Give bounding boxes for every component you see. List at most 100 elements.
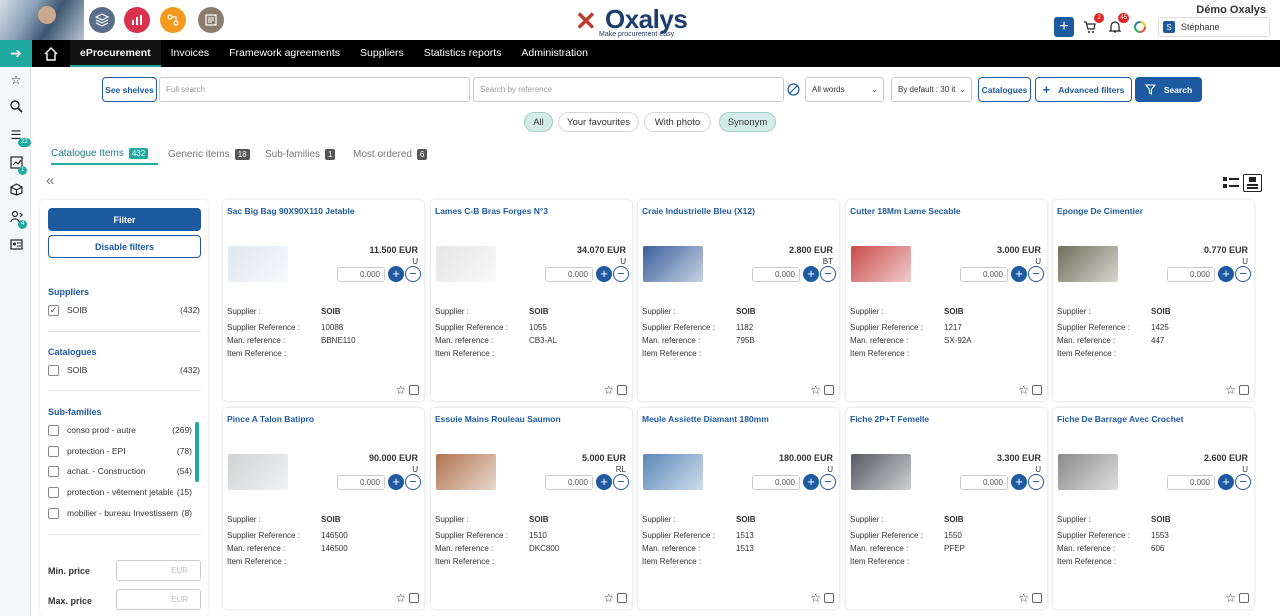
quantity-input[interactable]: 0.000	[545, 475, 593, 490]
product-title[interactable]: Craie Industrielle Bleu (X12)	[642, 206, 755, 216]
analytics-icon[interactable]	[124, 7, 150, 33]
favourite-star-icon[interactable]: ☆	[603, 591, 614, 605]
home-icon[interactable]	[32, 46, 70, 61]
increment-button[interactable]: +	[803, 266, 819, 282]
nav-eprocurement[interactable]: eProcurement	[70, 40, 161, 67]
clear-icon[interactable]	[787, 83, 800, 96]
product-card[interactable]: Fiche De Barrage Avec Crochet 2.600 EUR U 0…	[1053, 408, 1254, 609]
search-icon[interactable]	[8, 100, 24, 116]
product-title[interactable]: Eponge De Cimentier	[1057, 206, 1143, 216]
add-button[interactable]: +	[1054, 17, 1074, 37]
checkbox[interactable]	[48, 465, 59, 477]
quantity-input[interactable]: 0.000	[960, 267, 1008, 282]
collapse-icon[interactable]: «	[46, 172, 54, 189]
pill-with-photo[interactable]: With photo	[644, 112, 711, 132]
star-icon[interactable]: ☆	[8, 73, 24, 89]
pill-all[interactable]: All	[524, 112, 553, 132]
compare-checkbox[interactable]	[617, 593, 627, 603]
product-card[interactable]: Eponge De Cimentier 0.770 EUR U 0.000 + − Supp…	[1053, 200, 1254, 401]
checkbox[interactable]	[48, 507, 59, 519]
subfamily-filter[interactable]: protection - EPI (78)	[48, 444, 192, 458]
catalogue-filter-soib[interactable]: SOIB (432)	[48, 363, 200, 377]
min-price-input[interactable]: EUR	[116, 560, 201, 581]
product-title[interactable]: Essuie Mains Rouleau Saumon	[435, 414, 561, 424]
compare-checkbox[interactable]	[1032, 385, 1042, 395]
disable-filters-button[interactable]: Disable filters	[48, 235, 201, 258]
increment-button[interactable]: +	[803, 474, 819, 490]
checkbox[interactable]	[48, 364, 59, 376]
nav-administration[interactable]: Administration	[511, 40, 598, 67]
checkbox[interactable]: ✓	[48, 304, 59, 316]
product-card[interactable]: Fiche 2P+T Femelle 3.300 EUR U 0.000 + − Suppl…	[846, 408, 1047, 609]
search-button[interactable]: Search	[1135, 77, 1202, 102]
reference-search-input[interactable]: Search by reference	[473, 77, 784, 102]
decrement-button[interactable]: −	[613, 474, 629, 490]
decrement-button[interactable]: −	[1235, 474, 1251, 490]
compare-checkbox[interactable]	[1239, 385, 1249, 395]
apps-wheel-icon[interactable]	[1130, 17, 1150, 37]
checkbox[interactable]	[48, 486, 59, 498]
product-title[interactable]: Meule Assiette Diamant 180mm	[642, 414, 769, 424]
compare-checkbox[interactable]	[1239, 593, 1249, 603]
product-card[interactable]: Lames C-B Bras Forges N°3 34.070 EUR U 0.00…	[431, 200, 632, 401]
product-title[interactable]: Lames C-B Bras Forges N°3	[435, 206, 548, 216]
product-card[interactable]: Cutter 18Mm Lame Secable 3.000 EUR U 0.000 +…	[846, 200, 1047, 401]
quantity-input[interactable]: 0.000	[1167, 475, 1215, 490]
decrement-button[interactable]: −	[1235, 266, 1251, 282]
compare-checkbox[interactable]	[824, 593, 834, 603]
tab-catalogue-items[interactable]: Catalogue Items 432	[51, 145, 158, 165]
box-icon[interactable]	[8, 183, 24, 199]
product-card[interactable]: Meule Assiette Diamant 180mm 180.000 EUR U…	[638, 408, 839, 609]
quantity-input[interactable]: 0.000	[960, 475, 1008, 490]
workflow-icon[interactable]	[160, 7, 186, 33]
see-shelves-button[interactable]: See shelves	[102, 77, 157, 102]
pill-synonym[interactable]: Synonym	[719, 112, 776, 132]
product-image[interactable]	[436, 246, 496, 282]
subfamily-filter[interactable]: mobilier - bureau Investisseme (8)	[48, 506, 192, 520]
decrement-button[interactable]: −	[1028, 266, 1044, 282]
quantity-input[interactable]: 0.000	[545, 267, 593, 282]
increment-button[interactable]: +	[388, 266, 404, 282]
product-title[interactable]: Pince A Talon Batipro	[227, 414, 314, 424]
tab-generic-items[interactable]: Generic items 18	[168, 145, 250, 163]
quantity-input[interactable]: 0.000	[337, 267, 385, 282]
favourite-star-icon[interactable]: ☆	[395, 591, 406, 605]
product-title[interactable]: Fiche De Barrage Avec Crochet	[1057, 414, 1183, 424]
favourite-star-icon[interactable]: ☆	[395, 383, 406, 397]
increment-button[interactable]: +	[1218, 266, 1234, 282]
invoice-icon[interactable]	[198, 7, 224, 33]
full-search-input[interactable]: Full search	[159, 77, 470, 102]
favourite-star-icon[interactable]: ☆	[603, 383, 614, 397]
product-image[interactable]	[643, 246, 703, 282]
decrement-button[interactable]: −	[613, 266, 629, 282]
product-title[interactable]: Sac Big Bag 90X90X110 Jetable	[227, 206, 355, 216]
increment-button[interactable]: +	[1218, 474, 1234, 490]
increment-button[interactable]: +	[1011, 474, 1027, 490]
compare-checkbox[interactable]	[1032, 593, 1042, 603]
layers-icon[interactable]	[89, 7, 115, 33]
subfamily-filter[interactable]: protection - vêtement jetable (15)	[48, 485, 192, 499]
subfamily-filter[interactable]: achat. - Construction (54)	[48, 464, 192, 478]
advanced-filters-button[interactable]: + Advanced filters	[1035, 77, 1132, 102]
cart-icon[interactable]: 2	[1080, 13, 1104, 37]
user-menu[interactable]: S Stéphane	[1158, 17, 1270, 37]
product-card[interactable]: Essuie Mains Rouleau Saumon 5.000 EUR RL 0.…	[431, 408, 632, 609]
favourite-star-icon[interactable]: ☆	[810, 383, 821, 397]
words-select[interactable]: All words ⌄	[805, 77, 884, 102]
product-image[interactable]	[851, 454, 911, 490]
favourite-star-icon[interactable]: ☆	[1018, 383, 1029, 397]
id-card-icon[interactable]	[8, 238, 24, 254]
increment-button[interactable]: +	[596, 474, 612, 490]
compare-checkbox[interactable]	[824, 385, 834, 395]
decrement-button[interactable]: −	[405, 474, 421, 490]
page-size-select[interactable]: By default : 30 it ⌄	[891, 77, 972, 102]
product-card[interactable]: Craie Industrielle Bleu (X12) 2.800 EUR BT…	[638, 200, 839, 401]
decrement-button[interactable]: −	[1028, 474, 1044, 490]
compare-checkbox[interactable]	[409, 593, 419, 603]
subfamily-filter[interactable]: conso prod - autre (269)	[48, 423, 192, 437]
list-view-icon[interactable]	[1222, 175, 1240, 191]
quantity-input[interactable]: 0.000	[752, 267, 800, 282]
product-card[interactable]: Sac Big Bag 90X90X110 Jetable 11.500 EUR U…	[223, 200, 424, 401]
decrement-button[interactable]: −	[405, 266, 421, 282]
checkbox[interactable]	[48, 445, 59, 457]
